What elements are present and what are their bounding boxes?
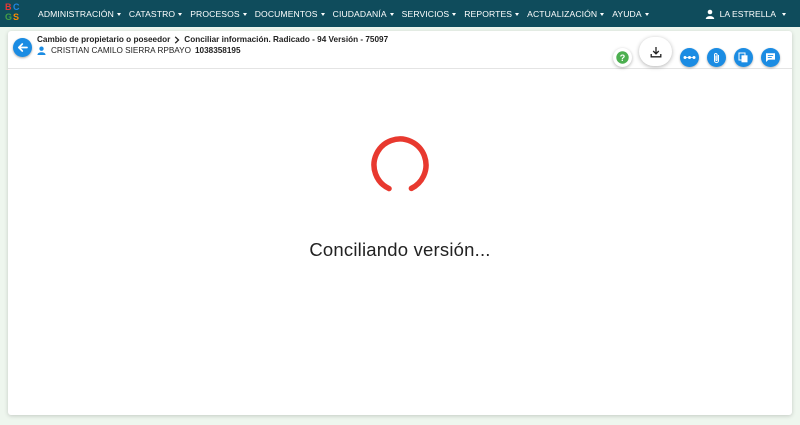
brand-logo[interactable]: B C G S — [3, 0, 29, 27]
back-button[interactable] — [13, 38, 32, 57]
breadcrumb-parent[interactable]: Cambio de propietario o poseedor — [37, 35, 170, 44]
main-card: Cambio de propietario o poseedor Concili… — [8, 31, 792, 415]
comment-icon — [766, 53, 775, 62]
user-icon — [705, 9, 714, 19]
caret-down-icon — [782, 12, 786, 16]
attachments-button[interactable] — [707, 48, 726, 67]
user-name: LA ESTRELLA — [719, 8, 776, 19]
menu-administracion[interactable]: ADMINISTRACIÓN — [34, 0, 125, 27]
attachment-icon — [714, 52, 719, 63]
menu-label: DOCUMENTOS — [254, 8, 318, 19]
menu-catastro[interactable]: CATASTRO — [125, 0, 186, 27]
menu-ayuda[interactable]: AYUDA — [608, 0, 652, 27]
menu-servicios[interactable]: SERVICIOS — [398, 0, 461, 27]
logo-letter-1: B — [5, 2, 12, 12]
more-options-button[interactable] — [680, 48, 699, 67]
menu-label: CATASTRO — [128, 8, 176, 19]
caret-down-icon — [320, 12, 325, 16]
caret-down-icon — [116, 12, 121, 16]
breadcrumb: Cambio de propietario o poseedor Concili… — [37, 35, 388, 44]
applicant-info: CRISTIAN CAMILO SIERRA RPBAYO 1038358195 — [37, 46, 241, 55]
applicant-document: 1038358195 — [194, 46, 241, 55]
svg-text:?: ? — [620, 53, 626, 63]
caret-down-icon — [452, 12, 457, 16]
menu-label: AYUDA — [612, 8, 642, 19]
caret-down-icon — [515, 12, 520, 16]
caret-down-icon — [389, 12, 394, 16]
download-icon — [650, 46, 661, 57]
menu-label: CIUDADANÍA — [332, 8, 387, 19]
menu-reportes[interactable]: REPORTES — [460, 0, 523, 27]
copy-documents-icon — [738, 52, 748, 63]
menu-documentos[interactable]: DOCUMENTOS — [251, 0, 329, 27]
help-icon: ? — [616, 51, 629, 64]
chevron-right-icon — [174, 35, 180, 44]
menu-ciudadania[interactable]: CIUDADANÍA — [329, 0, 398, 27]
main-menu: ADMINISTRACIÓN CATASTRO PROCESOS DOCUMEN… — [34, 0, 653, 27]
top-navbar: B C G S ADMINISTRACIÓN CATASTRO PROCESOS… — [0, 0, 800, 27]
caret-down-icon — [178, 12, 183, 16]
caret-down-icon — [242, 12, 247, 16]
logo-letter-4: S — [13, 12, 20, 22]
loading-spinner — [371, 136, 429, 194]
menu-actualizacion[interactable]: ACTUALIZACIÓN — [523, 0, 608, 27]
menu-procesos[interactable]: PROCESOS — [186, 0, 251, 27]
documents-button[interactable] — [734, 48, 753, 67]
card-header: Cambio de propietario o poseedor Concili… — [8, 31, 792, 69]
logo-letter-2: C — [13, 2, 20, 12]
caret-down-icon — [600, 12, 605, 16]
arrow-left-icon — [17, 43, 28, 52]
person-icon — [37, 46, 46, 55]
menu-label: SERVICIOS — [401, 8, 450, 19]
menu-label: PROCESOS — [190, 8, 240, 19]
download-button[interactable] — [639, 37, 672, 66]
loading-message: Conciliando versión... — [309, 239, 491, 260]
menu-label: ACTUALIZACIÓN — [527, 8, 598, 19]
applicant-name: CRISTIAN CAMILO SIERRA RPBAYO — [51, 46, 191, 55]
user-menu[interactable]: LA ESTRELLA — [705, 0, 786, 27]
caret-down-icon — [644, 12, 649, 16]
help-button[interactable]: ? — [613, 48, 632, 67]
more-dots-icon — [683, 56, 696, 59]
menu-label: ADMINISTRACIÓN — [38, 8, 114, 19]
menu-label: REPORTES — [464, 8, 513, 19]
comments-button[interactable] — [761, 48, 780, 67]
breadcrumb-current: Conciliar información. Radicado - 94 Ver… — [184, 35, 389, 44]
logo-letter-3: G — [5, 12, 13, 22]
